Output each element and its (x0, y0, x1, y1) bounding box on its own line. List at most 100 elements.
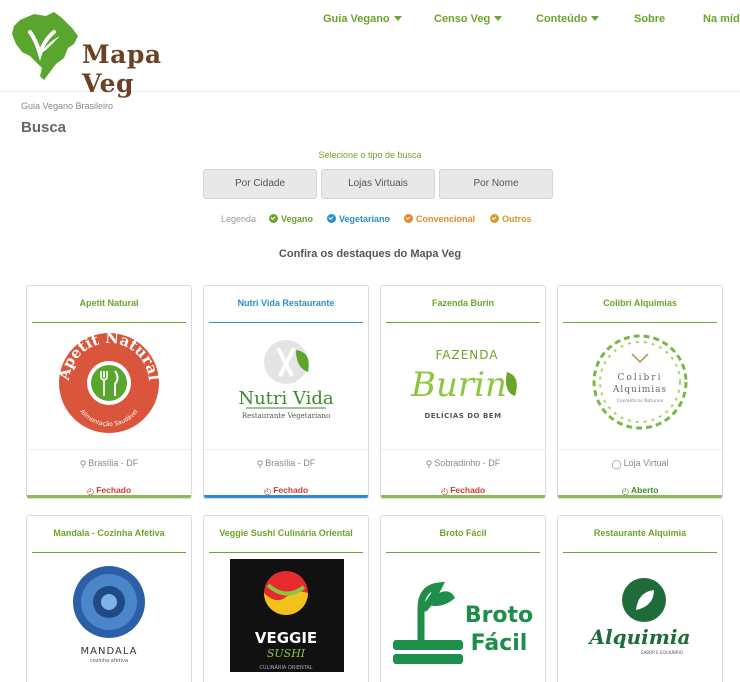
legend-vegetariano: Vegetariano (327, 214, 390, 224)
fazenda-burin-logo: FAZENDA Burin DELÍCIAS DO BEM (410, 348, 517, 420)
legend-outros: Outros (490, 214, 532, 224)
nav-label: Na mídia (703, 13, 740, 25)
nav-label: Guia Vegano (323, 13, 390, 25)
highlights-title: Confira os destaques do Mapa Veg (278, 248, 462, 260)
chevron-down-icon (494, 16, 503, 21)
place-card-mandala[interactable]: Mandala - Cozinha Afetiva MANDALA cozinh… (26, 515, 192, 682)
status-text: Fechado (450, 485, 486, 495)
search-type-buttons: Por Cidade Lojas Virtuais Por Nome (203, 169, 553, 199)
logo-top-text: FAZENDA (435, 348, 498, 362)
card-title: Veggie Sushi Culinária Oriental (219, 528, 353, 538)
map-pin-icon: ⚲ (79, 459, 87, 469)
logo-text: Colibri (617, 373, 662, 383)
breadcrumb[interactable]: Guia Vegano Brasileiro (21, 101, 113, 111)
card-divider (209, 322, 363, 323)
legend-label: Vegetariano (339, 214, 391, 224)
card-accent-bar (558, 495, 722, 498)
logo-subtext: cozinha afetiva (90, 658, 128, 664)
card-divider (563, 322, 717, 323)
chevron-down-icon (393, 16, 402, 21)
nutri-vida-logo: Nutri Vida Restaurante Vegetariano (238, 340, 334, 420)
card-title: Nutri Vida Restaurante (237, 298, 335, 308)
logo-subtext: Restaurante Vegetariano (242, 412, 330, 420)
card-separator (558, 449, 722, 450)
map-pin-icon: ⚲ (256, 459, 264, 469)
mandala-logo: MANDALA cozinha afetiva (73, 566, 145, 664)
logo-text: MANDALA (81, 646, 138, 657)
card-divider (32, 322, 186, 323)
chevron-down-icon (591, 16, 600, 21)
map-pin-icon: ⚲ (425, 459, 433, 469)
location-text: Sobradinho - DF (434, 458, 501, 468)
nav-conteudo[interactable]: Conteúdo (536, 13, 600, 25)
colibri-alquimias-logo: Colibri Alquimias Cosméticos Naturais (592, 334, 688, 430)
legend-label: Vegano (281, 214, 314, 224)
search-virtual-stores-button[interactable]: Lojas Virtuais (321, 169, 435, 199)
location-text: Brasília - DF (265, 458, 316, 468)
check-icon (327, 214, 336, 223)
location-text: Brasília - DF (88, 458, 139, 468)
nav-na-midia[interactable]: Na mídia (703, 13, 740, 25)
check-icon (269, 214, 278, 223)
nav-sobre[interactable]: Sobre (634, 13, 665, 25)
broto-facil-logo: Broto Fácil (393, 581, 533, 664)
logo-text-2: Alquimias (612, 385, 667, 395)
card-title: Apetit Natural (79, 298, 139, 308)
place-card-restaurante-alquimia[interactable]: Restaurante Alquimia Alquimia SABOR E EQ… (557, 515, 723, 682)
place-card-broto-facil[interactable]: Broto Fácil Broto Fácil (380, 515, 546, 682)
place-card-colibri-alquimias[interactable]: Colibri Alquimias Colibri Alquimias Cosm… (557, 285, 723, 499)
card-separator (204, 449, 368, 450)
card-location: ⚲ Brasília - DF (204, 458, 368, 470)
legend-label: Convencional (416, 214, 476, 224)
legend: Legenda Vegano Vegetariano Convencional … (0, 214, 740, 226)
legend-title: Legenda (221, 214, 257, 224)
card-separator (27, 449, 191, 450)
logo-text: Alquimia (588, 625, 691, 649)
card-location: ⚲ Sobradinho - DF (381, 458, 545, 470)
card-title: Mandala - Cozinha Afetiva (53, 528, 165, 538)
place-card-fazenda-burin[interactable]: Fazenda Burin FAZENDA Burin DELÍCIAS DO … (380, 285, 546, 499)
legend-vegano: Vegano (269, 214, 313, 224)
logo-text: VEGGIE (255, 629, 317, 647)
nav-label: Sobre (634, 13, 666, 25)
card-title: Fazenda Burin (431, 298, 494, 308)
card-accent-bar (27, 495, 191, 498)
legend-convencional: Convencional (404, 214, 475, 224)
card-divider (32, 552, 186, 553)
card-accent-bar (204, 495, 368, 498)
legend-label: Outros (502, 214, 532, 224)
nav-guia-vegano[interactable]: Guia Vegano (323, 13, 402, 25)
main-nav: Guia Vegano Censo Veg Conteúdo Sobre Na … (0, 13, 740, 27)
status-text: Fechado (96, 485, 132, 495)
nav-censo-veg[interactable]: Censo Veg (434, 13, 503, 25)
card-title: Restaurante Alquimia (593, 528, 687, 538)
nav-label: Conteúdo (536, 13, 588, 25)
status-text: Fechado (273, 485, 309, 495)
page-title: Busca (21, 119, 67, 136)
nav-label: Censo Veg (434, 13, 491, 25)
location-text: Loja Virtual (623, 458, 669, 468)
logo-subtext: SABOR E EQUILÍBRIO (641, 650, 683, 655)
card-divider (386, 552, 540, 553)
logo-text: Broto (465, 603, 533, 628)
alquimia-logo: Alquimia SABOR E EQUILÍBRIO (588, 578, 691, 655)
check-icon (490, 214, 499, 223)
search-by-city-button[interactable]: Por Cidade (203, 169, 317, 199)
logo-text: Burin (410, 365, 507, 405)
logo-text-2: SUSHI (267, 647, 306, 660)
card-divider (563, 552, 717, 553)
logo-text: Nutri Vida (238, 388, 334, 409)
card-separator (381, 449, 545, 450)
card-divider (209, 552, 363, 553)
logo-subtext: Cosméticos Naturais (617, 397, 664, 404)
card-divider (386, 322, 540, 323)
card-accent-bar (381, 495, 545, 498)
place-card-veggie-sushi[interactable]: Veggie Sushi Culinária Oriental VEGGIE S… (203, 515, 369, 682)
apetit-natural-logo: Apetit Natural Alimentação Saudável (55, 329, 163, 433)
place-card-apetit-natural[interactable]: Apetit Natural Apetit Natural Alimentaçã… (26, 285, 192, 499)
card-location: ◯ Loja Virtual (558, 458, 722, 470)
place-card-nutri-vida[interactable]: Nutri Vida Restaurante Nutri Vida Restau… (203, 285, 369, 499)
search-by-name-button[interactable]: Por Nome (439, 169, 553, 199)
search-type-label: Selecione o tipo de busca (318, 150, 422, 160)
check-icon (404, 214, 413, 223)
